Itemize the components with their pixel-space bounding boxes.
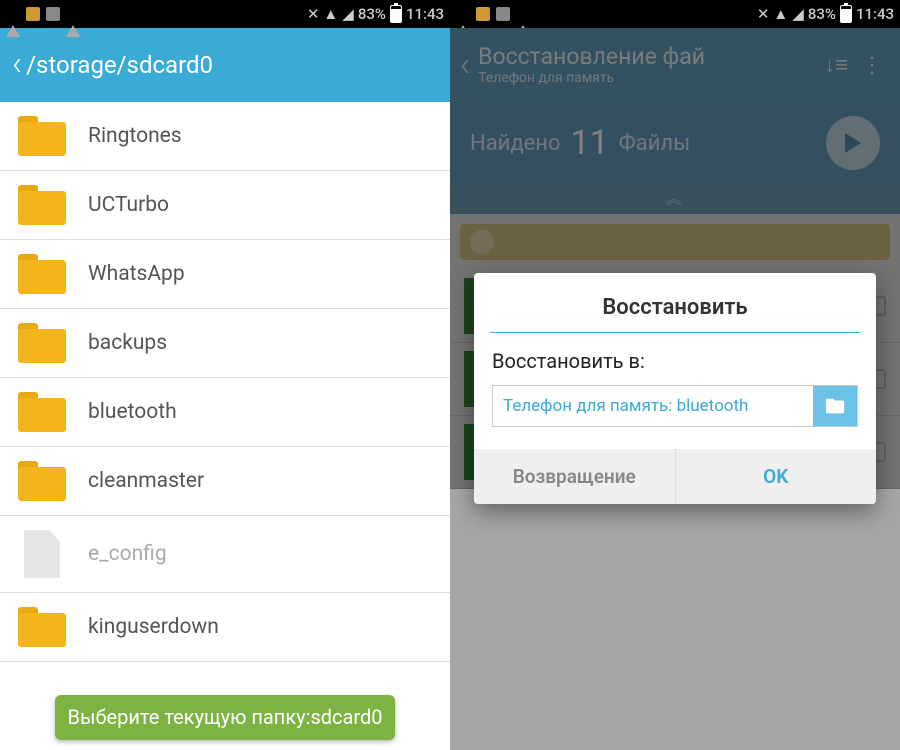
battery-percent: 83%: [358, 5, 386, 23]
path-value[interactable]: Телефон для память: bluetooth: [493, 386, 813, 426]
path-header[interactable]: ‹ /storage/sdcard0: [0, 28, 450, 102]
wifi-icon: ▲: [323, 5, 338, 23]
folder-icon: [18, 607, 66, 647]
select-folder-button[interactable]: Выберите текущую папку:sdcard0: [55, 695, 395, 740]
status-bar: ! ! ✕ ▲ ◢ 83% 11:43: [0, 0, 450, 28]
warning-icon: !: [6, 7, 20, 21]
list-item[interactable]: WhatsApp: [0, 240, 450, 309]
item-label: kinguserdown: [88, 615, 219, 639]
clock: 11:43: [856, 5, 894, 23]
browser-screen: ! ! ✕ ▲ ◢ 83% 11:43 ‹ /storage/sdcard0 R…: [0, 0, 450, 750]
list-item[interactable]: e_config: [0, 516, 450, 593]
notification-icon: [26, 7, 40, 21]
folder-icon: [18, 392, 66, 432]
battery-icon: [390, 5, 402, 23]
signal-icon: ◢: [792, 5, 804, 23]
notification-icon: [46, 7, 60, 21]
status-bar: ! ! ✕ ▲ ◢ 83% 11:43: [450, 0, 900, 28]
list-item[interactable]: kinguserdown: [0, 593, 450, 662]
warning-icon: !: [516, 7, 530, 21]
current-path: /storage/sdcard0: [26, 51, 213, 79]
list-item[interactable]: backups: [0, 309, 450, 378]
cancel-label: Возвращение: [513, 465, 636, 488]
item-label: Ringtones: [88, 124, 182, 148]
notification-icon: [496, 7, 510, 21]
folder-icon: [18, 254, 66, 294]
recovery-screen: ! ! ✕ ▲ ◢ 83% 11:43 ‹ Восстановление фай…: [450, 0, 900, 750]
wifi-icon: ▲: [773, 5, 788, 23]
item-label: bluetooth: [88, 400, 177, 424]
folder-open-icon: [824, 395, 846, 417]
folder-icon: [18, 116, 66, 156]
item-label: WhatsApp: [88, 262, 185, 286]
item-label: e_config: [88, 542, 167, 566]
list-item[interactable]: Ringtones: [0, 102, 450, 171]
warning-icon: !: [66, 7, 80, 21]
battery-percent: 83%: [808, 5, 836, 23]
file-icon: [18, 530, 66, 578]
folder-icon: [18, 323, 66, 363]
item-label: backups: [88, 331, 167, 355]
clock: 11:43: [406, 5, 444, 23]
list-item[interactable]: cleanmaster: [0, 447, 450, 516]
path-field: Телефон для память: bluetooth: [492, 385, 858, 427]
item-label: cleanmaster: [88, 469, 204, 493]
dialog-title: Восстановить: [474, 273, 876, 332]
battery-icon: [840, 5, 852, 23]
signal-icon: ◢: [342, 5, 354, 23]
list-item[interactable]: UCTurbo: [0, 171, 450, 240]
browse-button[interactable]: [813, 386, 857, 426]
item-label: UCTurbo: [88, 193, 169, 217]
ok-label: OK: [763, 465, 788, 488]
restore-dialog: Восстановить Восстановить в: Телефон для…: [474, 273, 876, 504]
warning-icon: !: [456, 7, 470, 21]
folder-icon: [18, 461, 66, 501]
vibrate-icon: ✕: [757, 5, 770, 23]
folder-icon: [18, 185, 66, 225]
folder-list: Ringtones UCTurbo WhatsApp backups bluet…: [0, 102, 450, 662]
notification-icon: [476, 7, 490, 21]
select-folder-label: Выберите текущую папку:sdcard0: [68, 705, 383, 729]
vibrate-icon: ✕: [307, 5, 320, 23]
back-icon[interactable]: ‹: [12, 51, 22, 78]
ok-button[interactable]: OK: [676, 449, 877, 504]
dialog-label: Восстановить в:: [492, 349, 858, 373]
cancel-button[interactable]: Возвращение: [474, 449, 676, 504]
list-item[interactable]: bluetooth: [0, 378, 450, 447]
